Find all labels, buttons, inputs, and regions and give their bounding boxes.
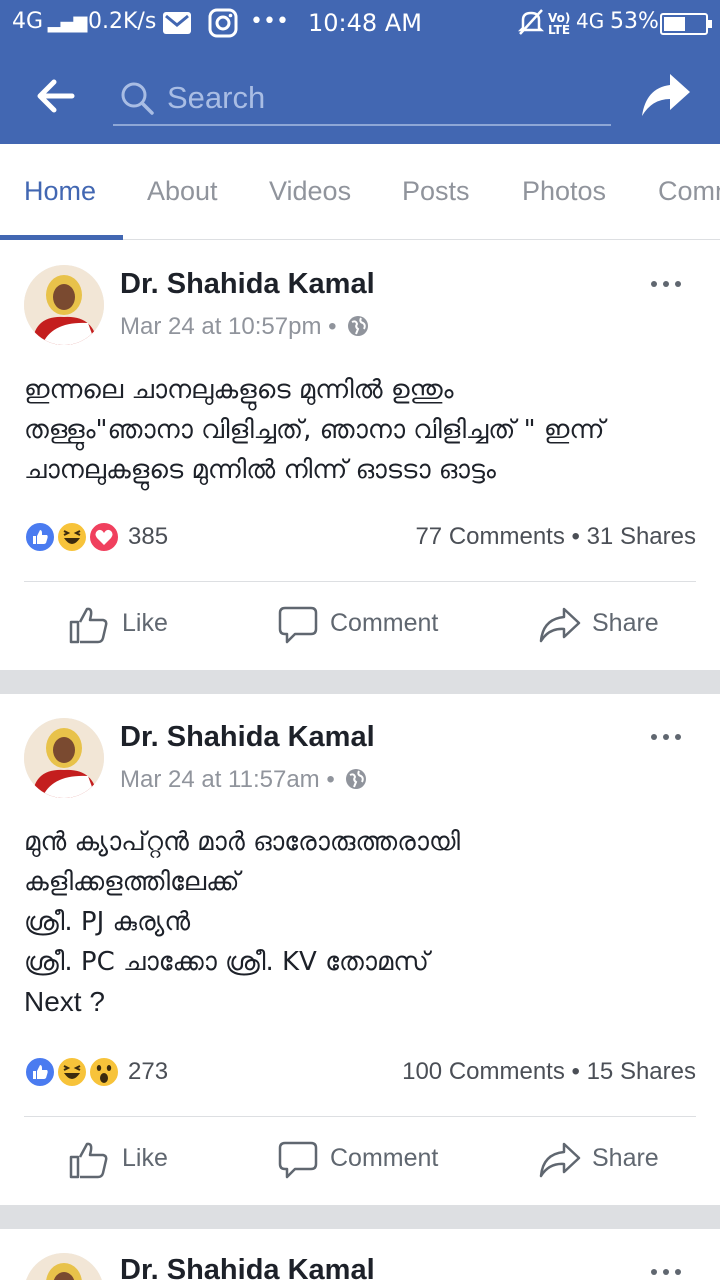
like-reaction-icon [24,1056,56,1088]
post-text-line: ശ്രീ. PJ കുര്യൻ [24,907,191,937]
avatar[interactable] [24,265,104,345]
post-text-line: ചാനലുകളുടെ മുന്നിൽ നിന്ന് ഓടടാ ഓട്ടം [24,455,496,485]
share-button[interactable]: Share [538,1138,668,1182]
share-label: Share [592,609,659,637]
divider [24,1116,696,1117]
signal-icon: 4G ▂▄▆ [12,9,87,34]
tab-videos[interactable]: Videos [269,176,351,207]
like-label: Like [122,609,168,637]
post-card: Dr. Shahida Kamal [0,1229,720,1280]
clock: 10:48 AM [308,9,422,37]
post-text: മുൻ ക്യാപ്റ്റൻ മാർ ഓരോരുത്തരായി കളിക്കളത… [24,822,704,1022]
divider [24,581,696,582]
globe-icon [346,769,367,789]
battery-percent: 53% [610,9,659,34]
share-page-button[interactable] [640,72,692,118]
like-reaction-icon [24,521,56,553]
back-button[interactable] [34,76,78,116]
wow-reaction-icon [88,1056,120,1088]
post-timestamp[interactable]: Mar 24 at 10:57pm • [120,313,369,341]
more-dots-icon: ••• [250,9,289,34]
globe-icon [348,316,369,336]
tab-community[interactable]: Comm [658,176,720,207]
comment-bubble-icon [278,1141,318,1179]
instagram-icon [208,8,238,44]
share-arrow-icon [642,74,690,116]
arrow-left-icon [37,79,75,113]
active-tab-indicator [0,235,123,240]
post-text-line: ശ്രീ. PC ചാക്കോ ശ്രീ. KV തോമസ് [24,947,429,977]
reaction-summary[interactable]: 385 [24,521,324,553]
search-input[interactable] [167,76,597,120]
post-card: Dr. Shahida Kamal Mar 24 at 10:57pm • ഇന… [0,241,720,670]
status-bar: 4G ▂▄▆ 0.2K/s ••• 10:48 AM Vo) LTE 4G 53% [0,0,720,48]
more-options-icon[interactable] [648,1266,684,1278]
comment-label: Comment [330,609,439,637]
search-header [0,48,720,144]
comments-shares-count[interactable]: 100 Comments • 15 Shares [402,1056,696,1088]
comment-bubble-icon [278,606,318,644]
feed-separator [0,670,720,694]
feed-separator [0,1205,720,1229]
comment-button[interactable]: Comment [277,603,447,647]
reaction-summary[interactable]: 273 [24,1056,324,1088]
volte-icon: Vo) LTE [548,11,571,37]
share-label: Share [592,1144,659,1172]
reaction-count: 385 [128,523,169,550]
tab-posts[interactable]: Posts [402,176,470,207]
haha-reaction-icon [56,521,88,553]
thumbs-up-icon [69,1142,108,1179]
post-text: ഇന്നലെ ചാനലുകളുടെ മുന്നിൽ ഉന്തും തള്ളും"… [24,370,704,490]
tab-home[interactable]: Home [24,176,96,207]
tab-photos[interactable]: Photos [522,176,606,207]
post-author[interactable]: Dr. Shahida Kamal [120,721,375,754]
like-label: Like [122,1144,168,1172]
like-button[interactable]: Like [68,603,178,647]
reaction-count: 273 [128,1058,169,1085]
comment-label: Comment [330,1144,439,1172]
battery-icon [660,13,712,35]
post-text-line: കളിക്കളത്തിലേക്ക് [24,867,240,897]
haha-reaction-icon [56,1056,88,1088]
thumbs-up-icon [69,607,108,644]
network-type: 4G [576,9,605,33]
post-text-line: മുൻ ക്യാപ്റ്റൻ മാർ ഓരോരുത്തരായി [24,827,461,857]
comments-shares-count[interactable]: 77 Comments • 31 Shares [415,521,696,553]
post-author[interactable]: Dr. Shahida Kamal [120,268,375,301]
more-options-icon[interactable] [648,731,684,743]
post-timestamp[interactable]: Mar 24 at 11:57am • [120,766,367,794]
mute-icon [517,8,545,42]
share-button[interactable]: Share [538,603,668,647]
love-reaction-icon [88,521,120,553]
share-icon [539,607,581,643]
search-box[interactable] [113,70,611,126]
share-icon [539,1142,581,1178]
post-text-line: തള്ളും"ഞാനാ വിളിച്ചത്, ഞാനാ വിളിച്ചത് " … [24,415,605,445]
post-text-line: Next ? [24,986,105,1017]
page-tabs: Home About Videos Posts Photos Comm [0,144,720,240]
search-icon [121,82,154,115]
mail-icon [162,10,192,42]
avatar[interactable] [24,718,104,798]
more-options-icon[interactable] [648,278,684,290]
post-text-line: ഇന്നലെ ചാനലുകളുടെ മുന്നിൽ ഉന്തും [24,375,454,405]
post-card: Dr. Shahida Kamal Mar 24 at 11:57am • മു… [0,694,720,1205]
post-author[interactable]: Dr. Shahida Kamal [120,1254,375,1280]
tab-about[interactable]: About [147,176,218,207]
network-speed: 0.2K/s [88,9,157,34]
avatar[interactable] [24,1253,104,1280]
like-button[interactable]: Like [68,1138,178,1182]
comment-button[interactable]: Comment [277,1138,447,1182]
